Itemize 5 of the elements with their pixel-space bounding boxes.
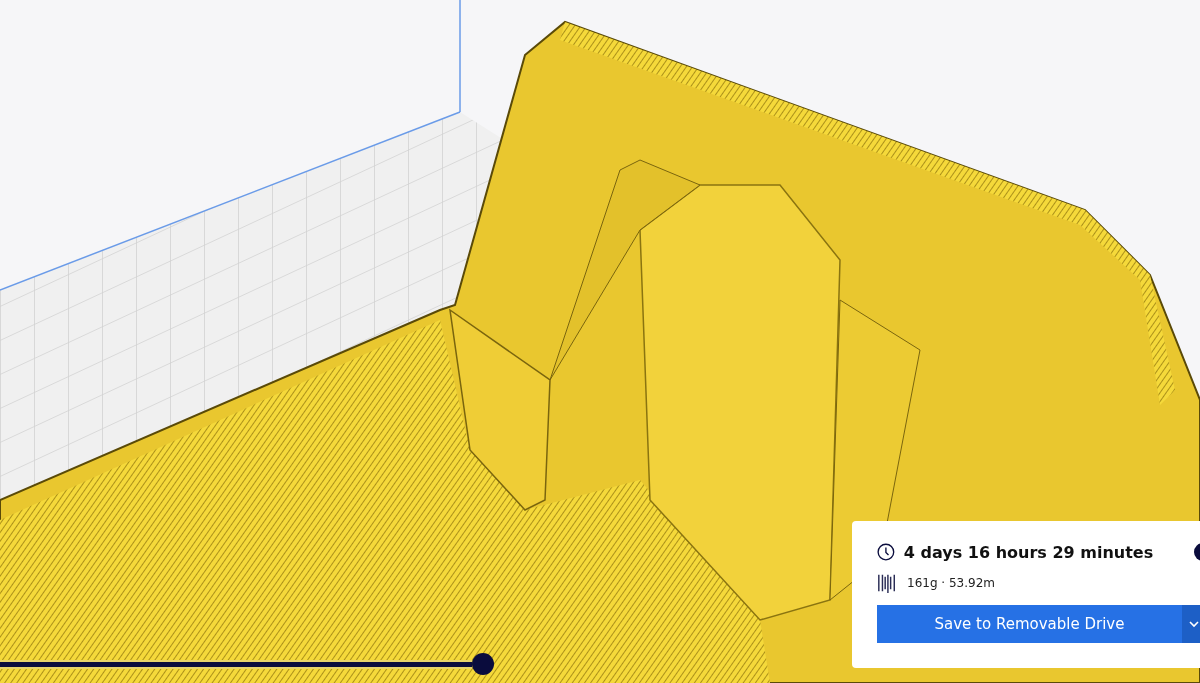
chevron-down-icon (1188, 618, 1200, 630)
material-usage: 161g · 53.92m (907, 576, 995, 590)
filament-icon (877, 573, 897, 593)
print-time: 4 days 16 hours 29 minutes (903, 542, 1154, 562)
save-button[interactable]: Save to Removable Drive (877, 605, 1182, 643)
